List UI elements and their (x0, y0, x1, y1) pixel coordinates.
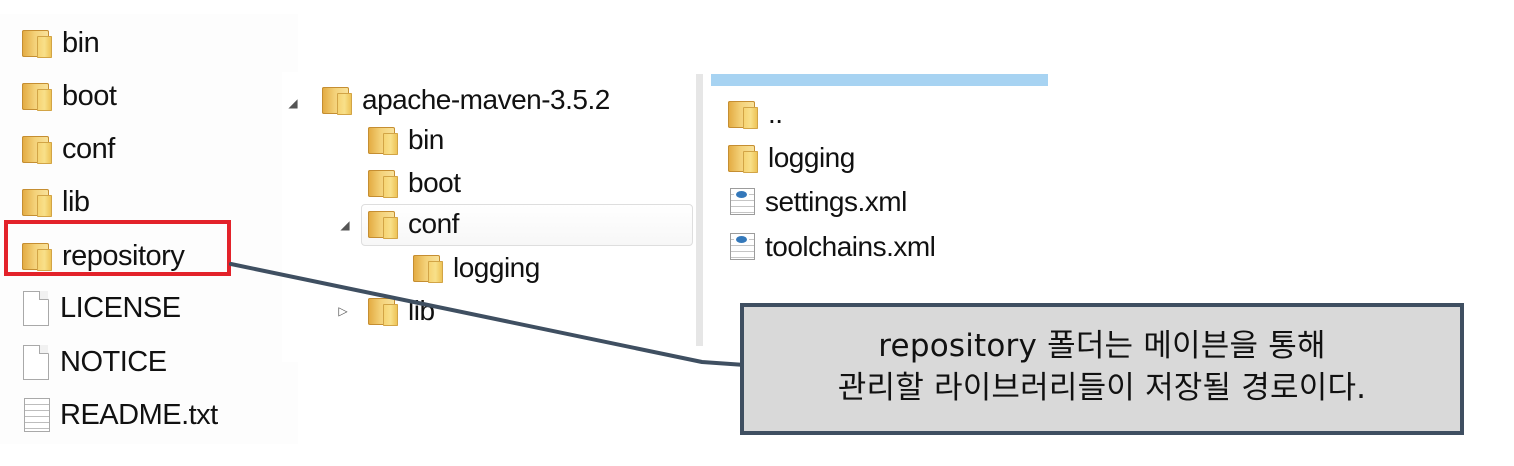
folder-icon (727, 143, 760, 174)
left-file-license[interactable]: LICENSE (21, 288, 181, 328)
left-folder-bin[interactable]: bin (21, 23, 100, 63)
folder-icon (412, 253, 445, 284)
tree-item-boot[interactable]: boot (367, 163, 461, 203)
tree-item-bin-label: bin (408, 124, 444, 155)
document-icon (21, 290, 52, 326)
folder-icon (321, 85, 354, 116)
folder-icon (21, 187, 54, 218)
left-folder-boot[interactable]: boot (21, 76, 117, 116)
tree-item-bin[interactable]: bin (367, 120, 444, 160)
tree-item-conf-label: conf (408, 208, 459, 239)
left-file-license-label: LICENSE (60, 291, 181, 324)
xml-file-icon (727, 232, 757, 262)
left-folder-conf-label: conf (62, 132, 115, 165)
settings-xml-item[interactable]: settings.xml (727, 182, 907, 222)
folder-tree: ◢ apache-maven-3.5.2 bin boot ◢ conf log… (282, 72, 694, 362)
callout-line-2: 관리할 라이브러리들이 저장될 경로이다. (837, 370, 1367, 406)
text-document-icon (21, 397, 52, 433)
left-folder-lib[interactable]: lib (21, 182, 90, 222)
tree-item-lib[interactable]: lib (367, 291, 435, 331)
collapsed-arrow-icon[interactable]: ▷ (336, 304, 350, 318)
tree-item-boot-label: boot (408, 167, 461, 198)
tree-item-lib-label: lib (408, 295, 435, 326)
repository-highlight-box (4, 220, 231, 276)
expanded-arrow-icon[interactable]: ◢ (338, 218, 352, 232)
tree-item-logging[interactable]: logging (412, 248, 540, 288)
logging-folder-item[interactable]: logging (727, 138, 855, 178)
toolchains-xml-item[interactable]: toolchains.xml (727, 227, 936, 267)
left-file-readme[interactable]: README.txt (21, 395, 218, 435)
logging-folder-label: logging (768, 142, 855, 173)
folder-icon (367, 209, 400, 240)
toolchains-xml-label: toolchains.xml (765, 231, 936, 262)
tree-root-apache-maven[interactable]: apache-maven-3.5.2 (321, 80, 610, 120)
left-folder-boot-label: boot (62, 79, 117, 112)
folder-icon (367, 296, 400, 327)
folder-icon (21, 134, 54, 165)
left-folder-conf[interactable]: conf (21, 129, 115, 169)
repository-explanation-callout: repository 폴더는 메이븐을 통해 관리할 라이브러리들이 저장될 경… (740, 303, 1464, 435)
parent-folder-label: .. (768, 98, 783, 129)
settings-xml-label: settings.xml (765, 186, 907, 217)
left-file-readme-label: README.txt (60, 398, 218, 431)
folder-icon (21, 81, 54, 112)
folder-icon (367, 125, 400, 156)
document-icon (21, 344, 52, 380)
tree-root-label: apache-maven-3.5.2 (362, 84, 610, 115)
left-file-notice[interactable]: NOTICE (21, 342, 167, 382)
xml-file-icon (727, 187, 757, 217)
folder-icon (727, 99, 760, 130)
parent-folder-item[interactable]: .. (727, 94, 783, 134)
tree-item-logging-label: logging (453, 252, 540, 283)
callout-line-1: repository 폴더는 메이븐을 통해 (878, 328, 1326, 364)
expanded-arrow-icon[interactable]: ◢ (286, 96, 300, 110)
tree-item-conf[interactable]: conf (367, 204, 459, 244)
folder-icon (21, 28, 54, 59)
folder-icon (367, 168, 400, 199)
file-list-header (711, 74, 1048, 86)
left-file-notice-label: NOTICE (60, 345, 167, 378)
left-folder-lib-label: lib (62, 185, 90, 218)
maven-folder-explanation-screen: bin boot conf lib repository LICENSE NOT… (0, 0, 1514, 466)
left-folder-bin-label: bin (62, 26, 100, 59)
